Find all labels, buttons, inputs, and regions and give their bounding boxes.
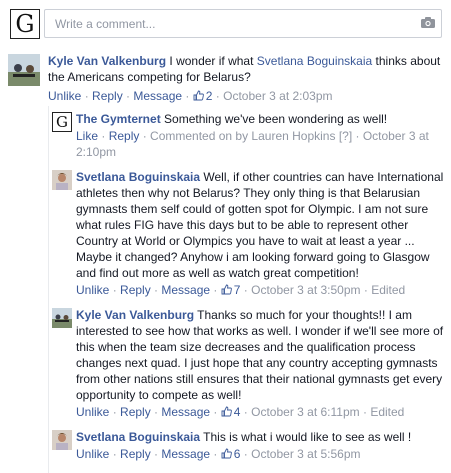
separator: · <box>109 283 121 297</box>
reply-thread-line <box>48 106 49 473</box>
separator: · <box>109 405 121 419</box>
thumbs-up-icon <box>193 90 204 101</box>
separator: · <box>352 129 363 143</box>
comment-actions: Unlike · Reply · Message · 4 · October 3… <box>76 404 404 420</box>
comment-text: Thanks so much for your thoughts!! I am … <box>76 308 444 402</box>
comment-input[interactable] <box>53 16 397 32</box>
thumbs-up-icon <box>221 284 232 295</box>
like-link[interactable]: Like <box>76 129 98 143</box>
timestamp[interactable]: October 3 at 2:03pm <box>223 89 332 103</box>
timestamp[interactable]: October 3 at 6:11pm <box>251 405 360 419</box>
separator: · <box>240 447 252 461</box>
message-link[interactable]: Message <box>133 89 182 103</box>
avatar[interactable] <box>52 430 72 450</box>
reply-link[interactable]: Reply <box>120 447 151 461</box>
comment-body: Svetlana Boguinskaia Well, if other coun… <box>76 169 446 281</box>
page-avatar-letter: G <box>56 112 68 131</box>
separator: · <box>150 405 162 419</box>
message-link[interactable]: Message <box>161 447 210 461</box>
separator: · <box>212 89 224 103</box>
like-count[interactable]: 6 <box>221 447 240 461</box>
reply-link[interactable]: Reply <box>120 405 151 419</box>
separator: · <box>240 283 252 297</box>
comment-input-box[interactable] <box>44 9 442 38</box>
separator: · <box>240 405 252 419</box>
page-avatar[interactable]: G <box>52 112 72 132</box>
avatar[interactable] <box>52 170 72 190</box>
separator: · <box>139 129 151 143</box>
comment-author[interactable]: Svetlana Boguinskaia <box>76 170 200 184</box>
comment-text: I wonder if what <box>166 54 257 68</box>
unlike-link[interactable]: Unlike <box>76 447 109 461</box>
thumbs-up-icon <box>221 448 232 459</box>
comment-actions: Unlike · Reply · Message · 2 · October 3… <box>48 88 333 104</box>
separator: · <box>210 405 221 419</box>
avatar[interactable] <box>52 308 72 328</box>
separator: · <box>359 405 371 419</box>
thumbs-up-icon <box>221 406 232 417</box>
comment-author[interactable]: The Gymternet <box>76 112 161 126</box>
comment-text: Well, if other countries can have Intern… <box>76 170 444 280</box>
reply-link[interactable]: Reply <box>92 89 123 103</box>
comment-body: Kyle Van Valkenburg Thanks so much for y… <box>76 307 446 403</box>
page-avatar[interactable]: G <box>10 9 40 39</box>
reply-link[interactable]: Reply <box>109 129 140 143</box>
unlike-link[interactable]: Unlike <box>48 89 81 103</box>
separator: · <box>210 283 221 297</box>
separator: · <box>360 283 372 297</box>
comment-author[interactable]: Kyle Van Valkenburg <box>48 54 166 68</box>
comment-actions: Unlike · Reply · Message · 7 · October 3… <box>76 282 405 298</box>
timestamp[interactable]: October 3 at 3:50pm <box>251 283 360 297</box>
avatar[interactable] <box>8 54 40 86</box>
like-count[interactable]: 4 <box>221 405 240 419</box>
commented-on-by: Commented on by Lauren Hopkins <box>150 129 336 143</box>
separator: · <box>98 129 109 143</box>
comment-body: Kyle Van Valkenburg I wonder if what Sve… <box>48 53 446 85</box>
timestamp[interactable]: October 3 at 5:56pm <box>251 447 360 461</box>
edited-label[interactable]: Edited <box>370 405 404 419</box>
separator: · <box>150 447 162 461</box>
page-avatar-letter: G <box>15 10 35 38</box>
like-count[interactable]: 7 <box>221 283 240 297</box>
comment-actions: Unlike · Reply · Message · 6 · October 3… <box>76 446 361 462</box>
separator: · <box>81 89 93 103</box>
edited-label[interactable]: Edited <box>371 283 405 297</box>
separator: · <box>210 447 221 461</box>
reply-link[interactable]: Reply <box>120 283 151 297</box>
unlike-link[interactable]: Unlike <box>76 283 109 297</box>
comment-composer: G <box>0 0 451 46</box>
separator: · <box>150 283 162 297</box>
separator: · <box>109 447 121 461</box>
camera-icon[interactable] <box>421 17 435 28</box>
like-count[interactable]: 2 <box>193 89 212 103</box>
message-link[interactable]: Message <box>161 283 210 297</box>
comment-body: The Gymternet Something we've been wonde… <box>76 111 446 127</box>
separator: · <box>122 89 134 103</box>
mention-link[interactable]: Svetlana Boguinskaia <box>257 54 372 68</box>
comment-author[interactable]: Kyle Van Valkenburg <box>76 308 194 322</box>
comment-text: This is what i would like to see as well… <box>200 430 412 444</box>
comment-author[interactable]: Svetlana Boguinskaia <box>76 430 200 444</box>
unlike-link[interactable]: Unlike <box>76 405 109 419</box>
separator: · <box>182 89 193 103</box>
comment-body: Svetlana Boguinskaia This is what i woul… <box>76 429 446 445</box>
message-link[interactable]: Message <box>161 405 210 419</box>
comment-text: Something we've been wondering as well! <box>160 112 388 126</box>
help-link[interactable]: [?] <box>339 129 352 143</box>
comment-actions: Like · Reply · Commented on by Lauren Ho… <box>76 128 446 160</box>
